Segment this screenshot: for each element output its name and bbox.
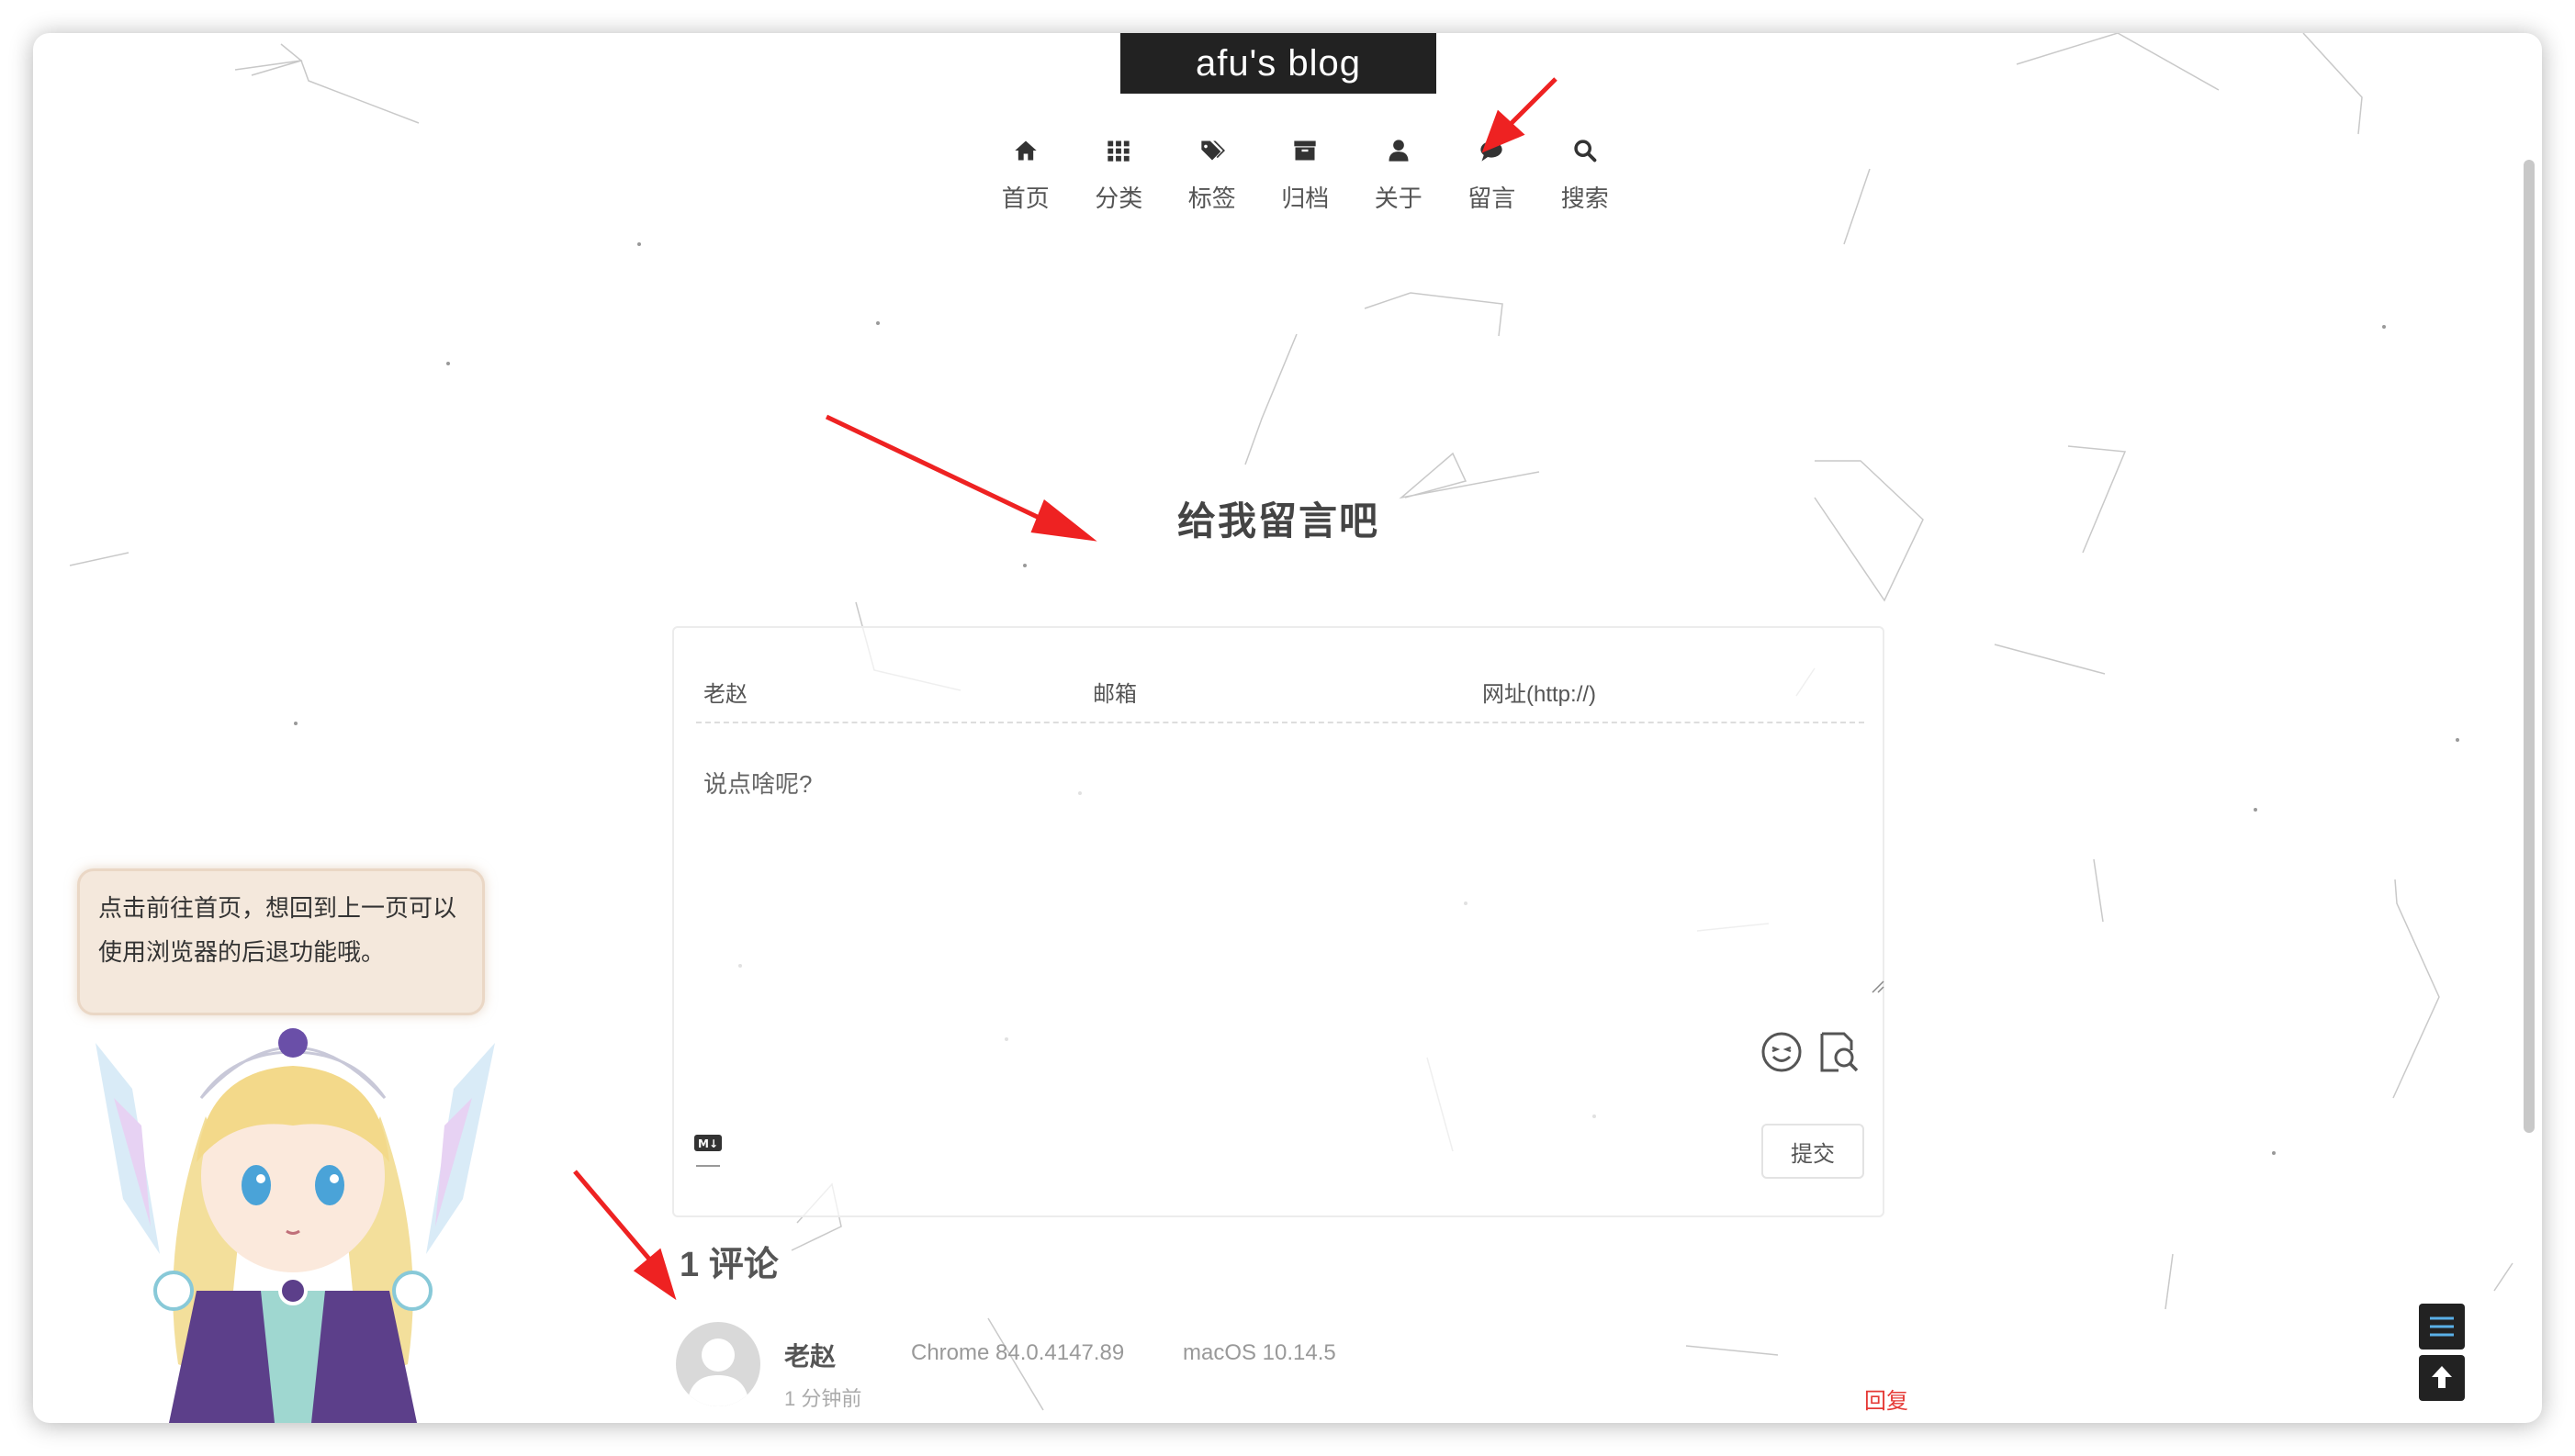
mascot-tip-bubble: 点击前往首页，想回到上一页可以使用浏览器的后退功能哦。	[77, 868, 485, 1015]
archive-icon	[1294, 140, 1316, 161]
comment-item: 老赵 Chrome 84.0.4147.89 macOS 10.14.5 1 分…	[676, 1322, 1925, 1423]
name-field[interactable]: 老赵	[696, 655, 1085, 722]
comment-time: 1 分钟前	[784, 1387, 862, 1410]
preview-icon[interactable]	[1816, 1030, 1861, 1074]
grid-icon	[1108, 140, 1130, 162]
comment-meta-fields: 老赵 邮箱 网址(http://)	[696, 655, 1864, 723]
tags-icon	[1201, 140, 1225, 161]
nav-item-guestbook[interactable]: 留言	[1445, 138, 1539, 239]
main-nav: 首页 分类 标签 归档 关于 留言 搜索	[979, 138, 1632, 239]
back-to-top-button[interactable]	[2419, 1355, 2465, 1401]
nav-item-archive[interactable]: 归档	[1259, 138, 1353, 239]
nav-label: 分类	[1095, 185, 1143, 212]
default-avatar-icon	[687, 1338, 749, 1406]
nav-item-about[interactable]: 关于	[1352, 138, 1445, 239]
page-title: 给我留言吧	[1176, 499, 1379, 543]
nav-item-tags[interactable]: 标签	[1165, 138, 1259, 239]
nav-item-categories[interactable]: 分类	[1073, 138, 1166, 239]
submit-button[interactable]: 提交	[1761, 1124, 1864, 1179]
comment-author[interactable]: 老赵	[784, 1337, 836, 1373]
nav-label: 搜索	[1560, 185, 1609, 212]
svg-text:M↓: M↓	[698, 1137, 718, 1150]
email-field[interactable]: 邮箱	[1085, 655, 1475, 722]
comment-icon	[1480, 141, 1502, 162]
arrow-up-icon	[2432, 1366, 2452, 1388]
scrollbar[interactable]	[2524, 160, 2535, 1133]
nav-label: 首页	[1001, 185, 1050, 212]
browser-window: afu's blog 首页 分类 标签 归档 关于 留言 搜索 给我留言吧 老赵…	[33, 33, 2542, 1423]
nav-item-home[interactable]: 首页	[979, 138, 1073, 239]
nav-item-search[interactable]: 搜索	[1538, 138, 1632, 239]
nav-label: 关于	[1374, 185, 1422, 212]
comment-form: 老赵 邮箱 网址(http://) 说点啥呢? M↓ 提交	[672, 626, 1884, 1217]
reply-link[interactable]: 回复	[1864, 1383, 1908, 1415]
comment-count: 1 评论	[680, 1246, 779, 1284]
comment-browser: Chrome 84.0.4147.89	[911, 1340, 1125, 1365]
mascot-character-image[interactable]	[77, 1015, 509, 1423]
nav-label: 留言	[1467, 185, 1516, 212]
hamburger-icon	[2430, 1316, 2454, 1337]
menu-toggle-button[interactable]	[2419, 1304, 2465, 1350]
comment-os: macOS 10.14.5	[1183, 1340, 1336, 1365]
avatar[interactable]	[676, 1322, 760, 1406]
search-icon	[1574, 140, 1597, 162]
user-icon	[1389, 140, 1409, 162]
emoji-icon[interactable]	[1760, 1030, 1804, 1074]
resize-handle-icon[interactable]	[1870, 979, 1884, 993]
markdown-icon[interactable]: M↓	[692, 1131, 724, 1170]
message-textarea[interactable]: 说点啥呢?	[703, 766, 1861, 958]
nav-label: 标签	[1187, 185, 1236, 212]
nav-label: 归档	[1281, 185, 1330, 212]
home-icon	[1015, 140, 1037, 161]
url-field[interactable]: 网址(http://)	[1475, 655, 1864, 722]
site-brand[interactable]: afu's blog	[1120, 33, 1436, 94]
